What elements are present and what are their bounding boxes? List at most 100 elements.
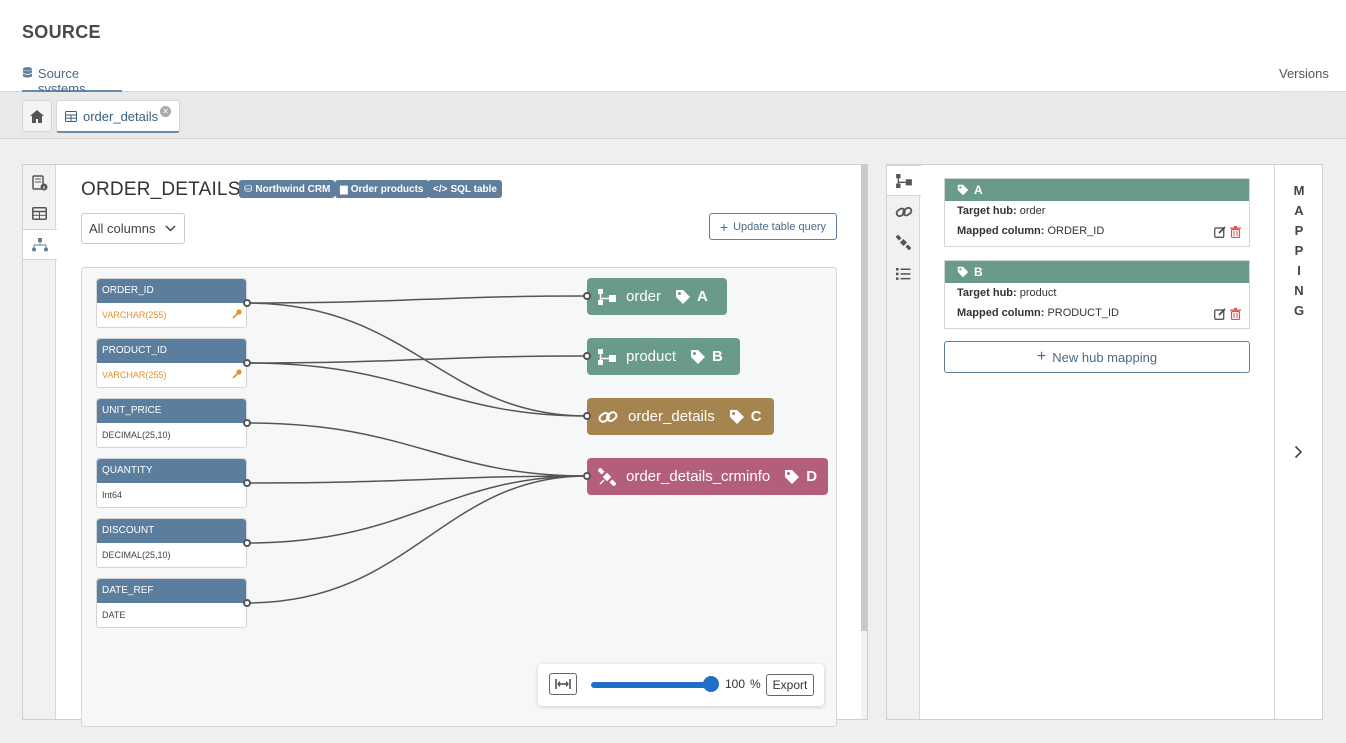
mapping-column-row: Mapped column: ORDER_ID [945,221,1249,241]
side-letter: G [1293,303,1305,318]
fit-to-screen-button[interactable] [549,673,577,695]
column-type: VARCHAR(255) [102,310,167,320]
mapping-canvas[interactable]: ORDER_ID VARCHAR(255) PRODUCT_ID VARCHAR… [81,267,837,727]
output-port[interactable] [243,359,251,367]
link-mappings-button[interactable] [887,196,920,227]
update-table-query-button[interactable]: + Update table query [709,213,837,240]
column-card-discount[interactable]: DISCOUNT DECIMAL(25,10) [96,518,251,568]
column-card-product-id[interactable]: PRODUCT_ID VARCHAR(255) [96,338,251,388]
badge-source-system: ⛁ Northwind CRM [239,180,336,198]
badge-entity-label: Order products [350,183,424,195]
plus-icon: + [1036,348,1047,365]
satellite-mappings-button[interactable] [887,227,920,258]
plus-icon: + [719,218,729,235]
side-letter: M [1293,183,1305,198]
column-filter-value: All columns [89,221,156,236]
column-type: Int64 [102,490,123,500]
column-filter-select[interactable]: All columns [81,213,185,244]
side-letter: I [1297,263,1301,278]
tab-versions[interactable]: Versions [1279,66,1329,93]
mapping-column-label: Mapped column: [957,225,1045,237]
link-icon [598,410,618,423]
input-port[interactable] [583,412,591,420]
archive-icon: ▆ [340,183,348,195]
new-hub-mapping-button[interactable]: + New hub mapping [944,341,1250,373]
mapping-target-value: order [1019,205,1046,217]
column-name: DISCOUNT [97,519,246,543]
connection-unit-price-crminfo [246,422,588,477]
column-name: QUANTITY [97,459,246,483]
mapping-target-label: Target hub: [957,205,1017,217]
tab-order-details[interactable]: order_details ✕ [56,100,180,133]
output-port[interactable] [243,419,251,427]
chevron-right-icon[interactable] [1294,445,1303,459]
input-port[interactable] [583,472,591,480]
mapping-view-button[interactable] [23,229,57,260]
zoom-value: 100 [725,677,746,691]
input-port[interactable] [583,352,591,360]
column-type: DECIMAL(25,10) [102,430,171,440]
column-card-date-ref[interactable]: DATE_REF DATE [96,578,251,628]
home-icon [30,109,44,123]
column-card-order-id[interactable]: ORDER_ID VARCHAR(255) [96,278,251,328]
target-name: order [626,288,662,305]
hub-mapping-card-b: B Target hub: product Mapped column: PRO… [944,260,1250,329]
input-port[interactable] [583,292,591,300]
column-card-quantity[interactable]: QUANTITY Int64 [96,458,251,508]
trash-icon[interactable] [1230,308,1241,320]
zoom-slider-handle[interactable] [703,676,719,692]
update-table-query-label: Update table query [733,220,827,233]
target-letter: D [806,468,818,485]
list-button[interactable] [887,258,920,289]
database-icon [22,67,32,78]
hub-icon [896,173,912,188]
tag-icon [957,184,969,196]
mapping-letter: B [974,265,983,279]
page-title: SOURCE [22,22,101,42]
scrollbar-thumb[interactable] [861,165,867,631]
satellite-icon [896,235,911,250]
side-letter: N [1294,283,1304,298]
side-letter: P [1294,243,1304,258]
column-name: DATE_REF [97,579,246,603]
target-letter: C [750,408,762,425]
mapping-actions [1214,226,1241,238]
tab-source-systems[interactable]: Source systems [22,64,122,96]
target-link-order-details[interactable]: order_details C [587,398,774,435]
edit-icon[interactable] [1214,226,1226,238]
document-info-icon [31,174,47,190]
edit-icon[interactable] [1214,308,1226,320]
hub-mappings-button[interactable] [887,165,921,196]
export-button[interactable]: Export [766,674,814,696]
mapping-target-row: Target hub: order [945,201,1249,221]
output-port[interactable] [243,299,251,307]
target-satellite-crminfo[interactable]: order_details_crminfo D [587,458,828,495]
output-port[interactable] [243,599,251,607]
tag-icon [691,349,706,364]
key-icon [232,369,242,379]
tag-icon [785,469,800,484]
output-port[interactable] [243,539,251,547]
connection-date-ref-crminfo [246,475,588,604]
column-card-unit-price[interactable]: UNIT_PRICE DECIMAL(25,10) [96,398,251,448]
right-rail [887,165,921,719]
mapping-column-value: ORDER_ID [1047,225,1105,237]
mapping-target-row: Target hub: product [945,283,1249,303]
column-type: VARCHAR(255) [102,370,167,380]
target-hub-order[interactable]: order A [587,278,727,315]
scrollbar[interactable] [861,165,867,719]
mapping-card-header: A [945,179,1249,201]
info-doc-button[interactable] [23,167,56,198]
document-tab-bar [0,92,1346,139]
target-letter: A [697,288,708,305]
target-hub-product[interactable]: product B [587,338,740,375]
output-port[interactable] [243,479,251,487]
zoom-slider-track[interactable] [591,682,709,688]
table-view-button[interactable] [23,198,56,229]
home-button[interactable] [22,100,52,132]
close-icon[interactable]: ✕ [160,106,171,117]
target-letter: B [712,348,723,365]
link-icon [895,206,912,217]
trash-icon[interactable] [1230,226,1241,238]
mapping-vertical-label: M A P P I N G [1275,181,1323,321]
